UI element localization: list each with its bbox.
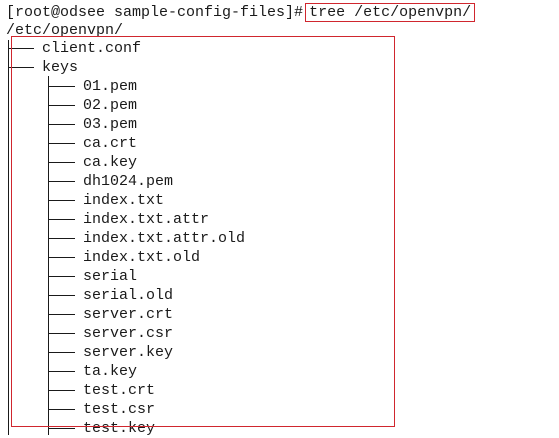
tree-branch-connector xyxy=(48,276,75,277)
tree-entry-file: test.csr xyxy=(83,401,156,418)
tree-branch-connector xyxy=(48,238,75,239)
tree-entry-file: ca.crt xyxy=(83,135,138,152)
tree-entry-file: 02.pem xyxy=(83,97,138,114)
tree-entry-file: server.csr xyxy=(83,325,174,342)
tree-entry-file: serial xyxy=(83,268,138,285)
tree-entry-file: server.crt xyxy=(83,306,174,323)
tree-entry-file: index.txt.old xyxy=(83,249,201,266)
tree-entry-file: client.conf xyxy=(42,40,142,57)
tree-branch-connector xyxy=(48,295,75,296)
tree-entry-file: index.txt.attr xyxy=(83,211,210,228)
tree-entry-file: index.txt xyxy=(83,192,165,209)
tree-branch-connector xyxy=(48,200,75,201)
shell-prompt: [root@odsee sample-config-files]# xyxy=(6,4,304,21)
tree-entry-file: 01.pem xyxy=(83,78,138,95)
tree-branch-connector xyxy=(48,390,75,391)
tree-branch-connector xyxy=(8,67,34,68)
tree-root: /etc/openvpn/ xyxy=(6,22,124,39)
terminal-window[interactable]: [root@odsee sample-config-files]# tree /e… xyxy=(0,0,559,437)
tree-branch-connector xyxy=(48,162,75,163)
tree-branch-connector xyxy=(48,257,75,258)
tree-vertical-line-level2 xyxy=(48,76,49,435)
tree-entry-file: test.key xyxy=(83,420,156,437)
tree-entry-file: dh1024.pem xyxy=(83,173,174,190)
tree-branch-connector xyxy=(48,105,75,106)
tree-branch-connector xyxy=(48,143,75,144)
tree-entry-file: test.crt xyxy=(83,382,156,399)
tree-entry-file: ca.key xyxy=(83,154,138,171)
tree-entry-file: server.key xyxy=(83,344,174,361)
tree-branch-connector xyxy=(48,352,75,353)
tree-entry-file: serial.old xyxy=(83,287,174,304)
tree-branch-connector xyxy=(48,371,75,372)
tree-branch-connector xyxy=(48,333,75,334)
tree-command: tree /etc/openvpn/ xyxy=(305,3,476,22)
tree-branch-connector xyxy=(48,314,75,315)
tree-branch-connector xyxy=(48,181,75,182)
prompt-line: [root@odsee sample-config-files]# tree /e… xyxy=(6,3,476,22)
tree-branch-connector xyxy=(8,48,34,49)
tree-entry-file: ta.key xyxy=(83,363,138,380)
tree-entry-directory: keys xyxy=(42,59,79,76)
tree-entry-file: index.txt.attr.old xyxy=(83,230,246,247)
tree-branch-connector xyxy=(48,86,75,87)
tree-branch-connector xyxy=(48,409,75,410)
tree-entry-file: 03.pem xyxy=(83,116,138,133)
tree-branch-connector xyxy=(48,124,75,125)
tree-vertical-line-level1 xyxy=(8,40,9,435)
tree-branch-connector xyxy=(48,219,75,220)
tree-branch-connector xyxy=(48,428,75,429)
